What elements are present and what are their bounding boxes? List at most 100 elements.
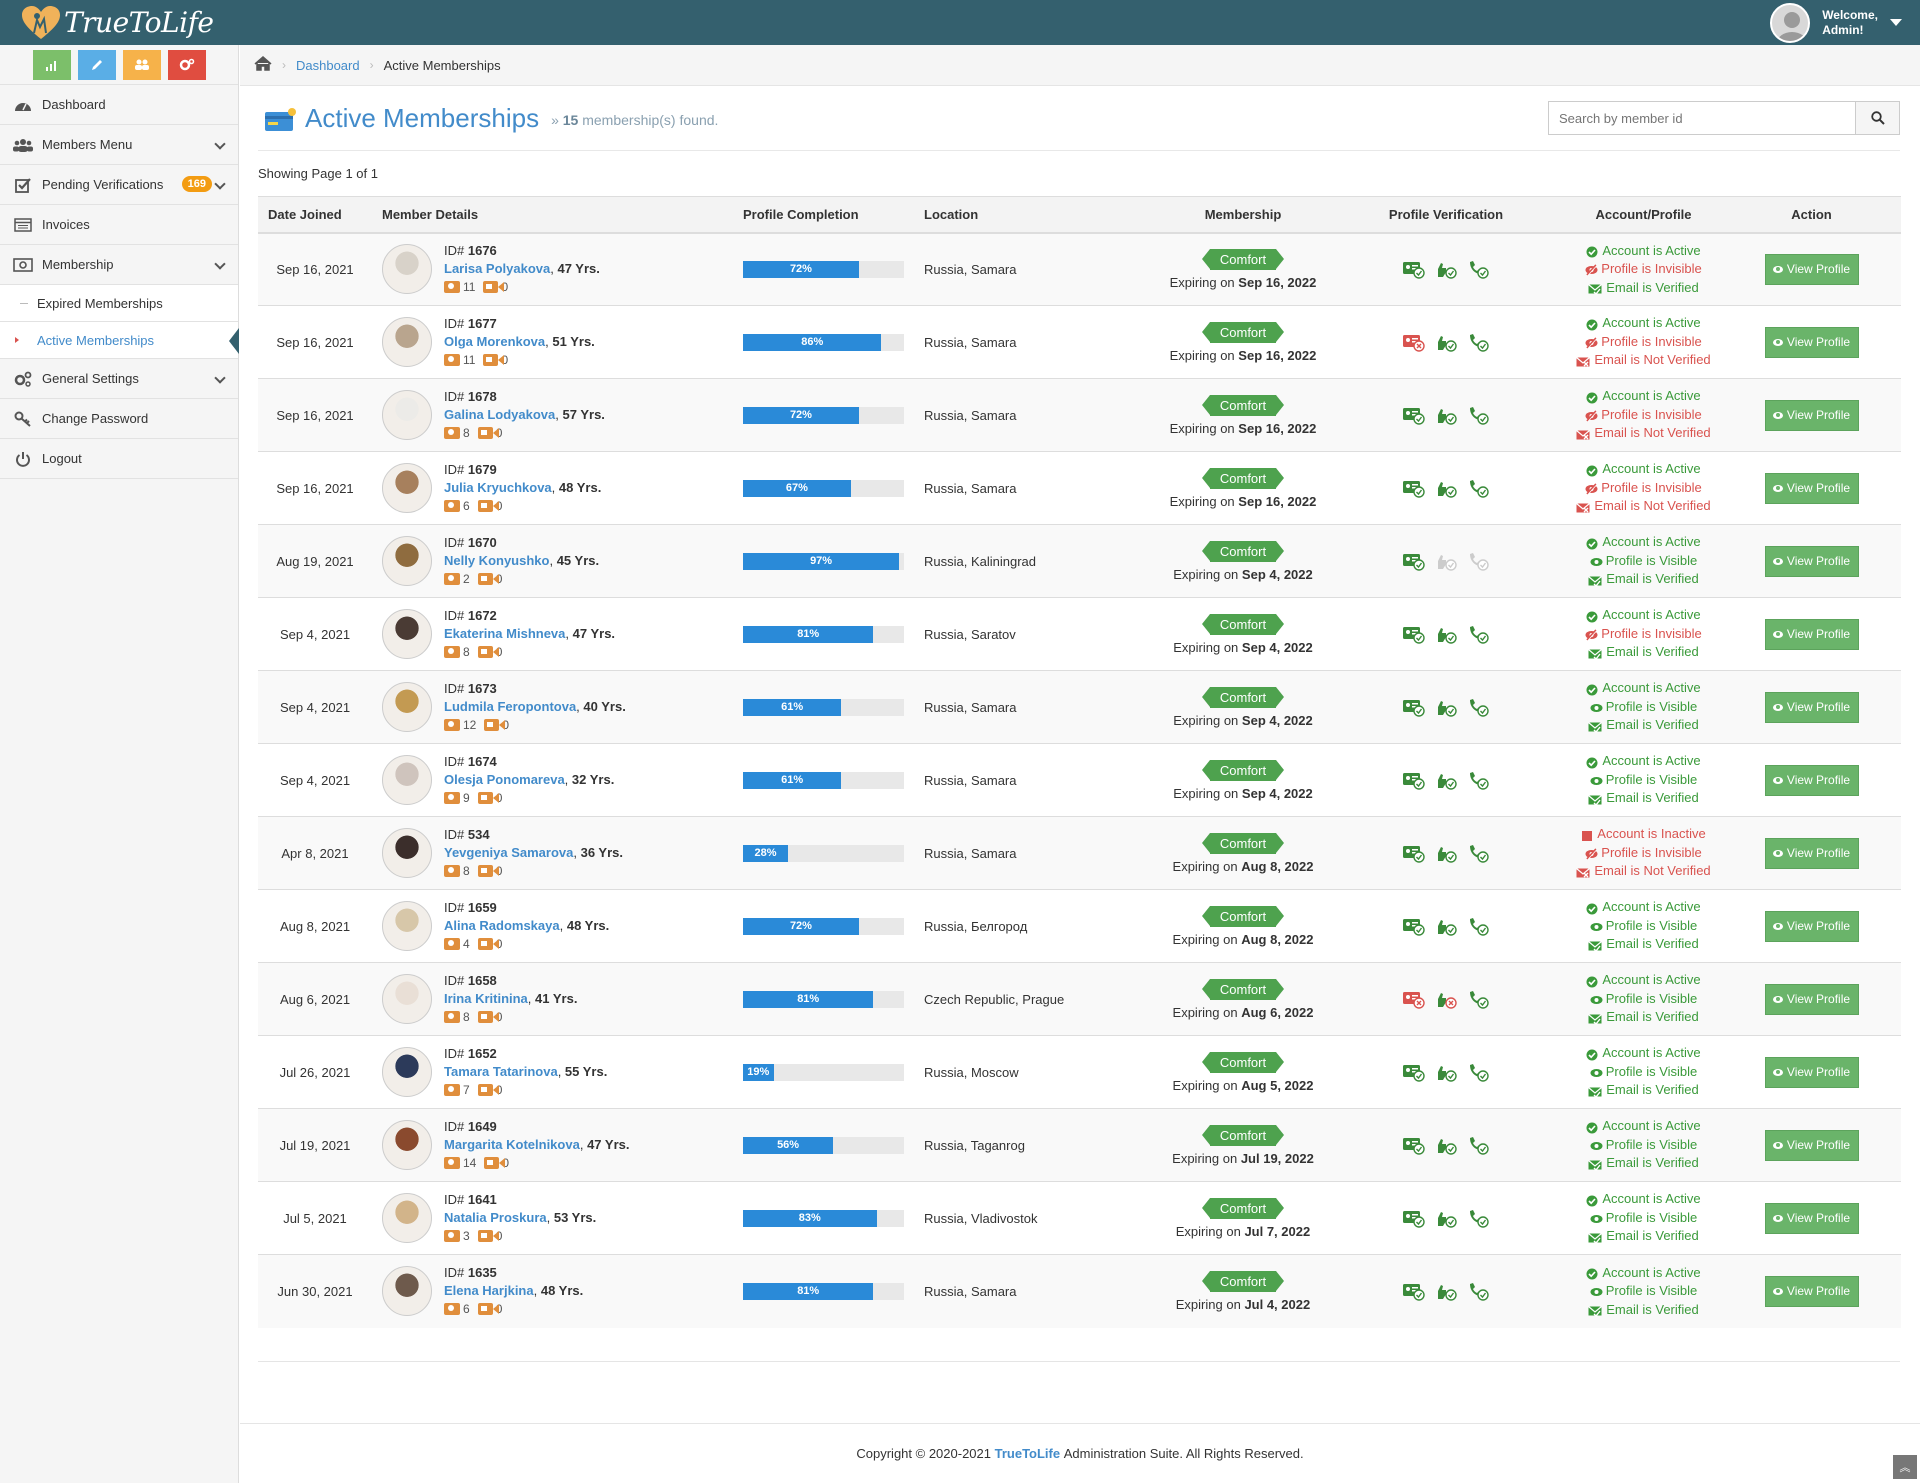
member-photo[interactable] (382, 244, 432, 295)
view-profile-button[interactable]: View Profile (1764, 1129, 1859, 1161)
member-name-link[interactable]: Irina Kritinina (444, 991, 528, 1006)
hand-verification-icon[interactable] (1434, 624, 1458, 644)
member-photo[interactable] (382, 1193, 432, 1243)
stats-shortcut-button[interactable] (32, 49, 71, 80)
member-name-link[interactable]: Ekaterina Mishneva (444, 626, 565, 641)
settings-shortcut-button[interactable] (167, 49, 206, 80)
phone-verification-icon[interactable] (1466, 697, 1490, 717)
column-header[interactable]: Profile Completion (733, 196, 914, 234)
column-header[interactable]: Member Details (372, 196, 733, 234)
search-input[interactable] (1548, 101, 1856, 135)
sidebar-item-invoices[interactable]: Invoices (0, 205, 238, 245)
id-card-verification-icon[interactable] (1402, 1208, 1426, 1228)
phone-verification-icon[interactable] (1466, 332, 1490, 352)
search-button[interactable] (1856, 101, 1900, 135)
sidebar-item-pending-verifications[interactable]: Pending Verifications 169 (0, 165, 238, 205)
phone-verification-icon[interactable] (1466, 478, 1490, 498)
phone-verification-icon[interactable] (1466, 989, 1490, 1009)
view-profile-button[interactable]: View Profile (1764, 837, 1859, 869)
member-name-link[interactable]: Margarita Kotelnikova (444, 1137, 580, 1152)
hand-verification-icon[interactable] (1434, 989, 1458, 1009)
view-profile-button[interactable]: View Profile (1764, 764, 1859, 796)
hand-verification-icon[interactable] (1434, 478, 1458, 498)
view-profile-button[interactable]: View Profile (1764, 399, 1859, 431)
member-name-link[interactable]: Larisa Polyakova (444, 261, 550, 276)
hand-verification-icon[interactable] (1434, 916, 1458, 936)
member-photo[interactable] (382, 317, 432, 367)
member-photo[interactable] (382, 1266, 432, 1317)
view-profile-button[interactable]: View Profile (1764, 472, 1859, 504)
sidebar-item-expired-memberships[interactable]: Expired Memberships (0, 285, 238, 322)
id-card-verification-icon[interactable] (1402, 332, 1426, 352)
member-name-link[interactable]: Olga Morenkova (444, 334, 545, 349)
view-profile-button[interactable]: View Profile (1764, 983, 1859, 1015)
users-shortcut-button[interactable] (122, 49, 161, 80)
hand-verification-icon[interactable] (1434, 405, 1458, 425)
phone-verification-icon[interactable] (1466, 916, 1490, 936)
hand-verification-icon[interactable] (1434, 259, 1458, 279)
view-profile-button[interactable]: View Profile (1764, 691, 1859, 723)
member-name-link[interactable]: Galina Lodyakova (444, 407, 555, 422)
column-header[interactable]: Action (1722, 196, 1901, 234)
hand-verification-icon[interactable] (1434, 1135, 1458, 1155)
view-profile-button[interactable]: View Profile (1764, 1202, 1859, 1234)
breadcrumb-dashboard-link[interactable]: Dashboard (296, 58, 360, 73)
member-name-link[interactable]: Natalia Proskura (444, 1210, 547, 1225)
id-card-verification-icon[interactable] (1402, 1281, 1426, 1301)
member-name-link[interactable]: Nelly Konyushko (444, 553, 549, 568)
member-photo[interactable] (382, 609, 432, 659)
member-name-link[interactable]: Alina Radomskaya (444, 918, 560, 933)
member-name-link[interactable]: Elena Harjkina (444, 1283, 534, 1298)
hand-verification-icon[interactable] (1434, 332, 1458, 352)
hand-verification-icon[interactable] (1434, 843, 1458, 863)
view-profile-button[interactable]: View Profile (1764, 253, 1859, 285)
id-card-verification-icon[interactable] (1402, 259, 1426, 279)
id-card-verification-icon[interactable] (1402, 478, 1426, 498)
view-profile-button[interactable]: View Profile (1764, 1056, 1859, 1088)
home-icon[interactable] (254, 56, 272, 74)
sidebar-item-membership[interactable]: Membership (0, 245, 238, 285)
member-photo[interactable] (382, 901, 432, 951)
column-header[interactable]: Membership (1159, 196, 1327, 234)
member-photo[interactable] (382, 974, 432, 1024)
phone-verification-icon[interactable] (1466, 770, 1490, 790)
phone-verification-icon[interactable] (1466, 624, 1490, 644)
phone-verification-icon[interactable] (1466, 1281, 1490, 1301)
id-card-verification-icon[interactable] (1402, 1135, 1426, 1155)
id-card-verification-icon[interactable] (1402, 624, 1426, 644)
phone-verification-icon[interactable] (1466, 1135, 1490, 1155)
sidebar-item-members-menu[interactable]: Members Menu (0, 125, 238, 165)
member-photo[interactable] (382, 755, 432, 805)
view-profile-button[interactable]: View Profile (1764, 545, 1859, 577)
view-profile-button[interactable]: View Profile (1764, 1275, 1859, 1307)
member-photo[interactable] (382, 682, 432, 732)
sidebar-item-logout[interactable]: Logout (0, 439, 238, 479)
id-card-verification-icon[interactable] (1402, 405, 1426, 425)
id-card-verification-icon[interactable] (1402, 916, 1426, 936)
member-name-link[interactable]: Olesja Ponomareva (444, 772, 565, 787)
member-photo[interactable] (382, 828, 432, 878)
member-photo[interactable] (382, 390, 432, 440)
phone-verification-icon[interactable] (1466, 843, 1490, 863)
phone-verification-icon[interactable] (1466, 1208, 1490, 1228)
column-header[interactable]: Location (914, 196, 1159, 234)
hand-verification-icon[interactable] (1434, 1208, 1458, 1228)
view-profile-button[interactable]: View Profile (1764, 618, 1859, 650)
member-name-link[interactable]: Julia Kryuchkova (444, 480, 552, 495)
scroll-to-top-button[interactable]: ︽ (1893, 1455, 1917, 1479)
id-card-verification-icon[interactable] (1402, 843, 1426, 863)
user-menu[interactable]: Welcome, Admin! (1770, 2, 1902, 43)
id-card-verification-icon[interactable] (1402, 697, 1426, 717)
sidebar-item-general-settings[interactable]: General Settings (0, 359, 238, 399)
phone-verification-icon[interactable] (1466, 1062, 1490, 1082)
phone-verification-icon[interactable] (1466, 405, 1490, 425)
phone-verification-icon[interactable] (1466, 259, 1490, 279)
view-profile-button[interactable]: View Profile (1764, 326, 1859, 358)
logo[interactable]: TrueToLife (20, 0, 214, 45)
edit-shortcut-button[interactable] (77, 49, 116, 80)
member-photo[interactable] (382, 536, 432, 586)
footer-brand-link[interactable]: TrueToLife (995, 1446, 1060, 1461)
phone-verification-icon[interactable] (1466, 551, 1490, 571)
member-photo[interactable] (382, 1120, 432, 1170)
member-photo[interactable] (382, 463, 432, 513)
